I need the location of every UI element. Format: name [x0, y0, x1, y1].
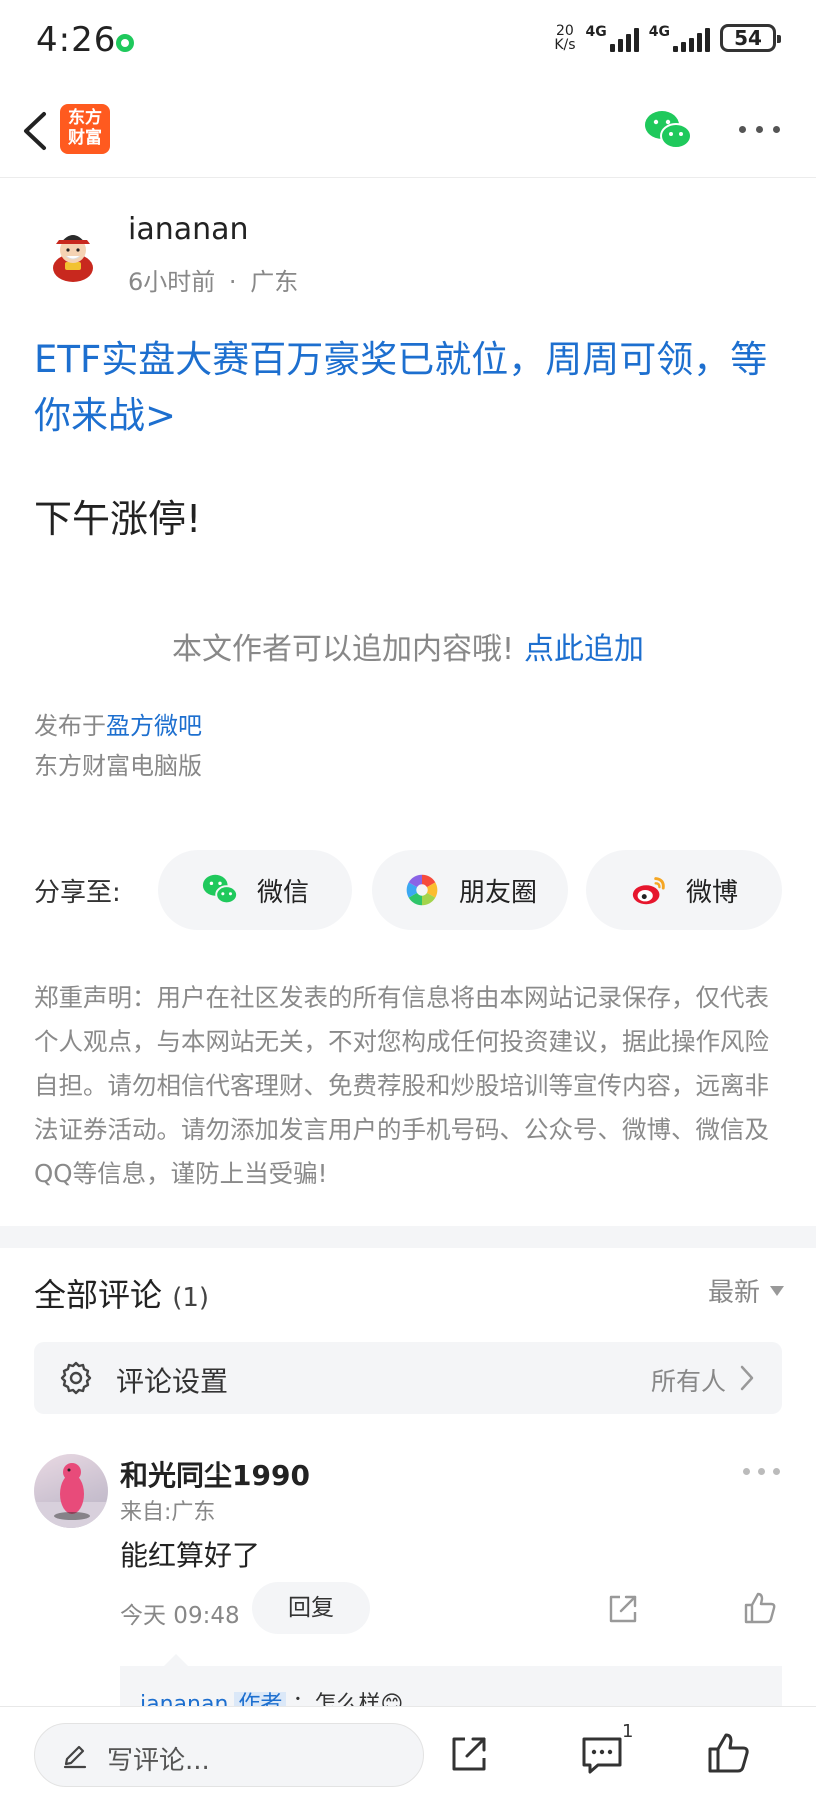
gear-icon: [60, 1361, 92, 1395]
append-tip-text: 本文作者可以追加内容哦!: [171, 632, 515, 667]
thumbs-up-icon[interactable]: [742, 1590, 778, 1626]
sort-label: 最新: [707, 1278, 760, 1308]
sub-reply-text: iananan 作者 ：怎么样😊: [140, 1686, 403, 1706]
reply-button[interactable]: 回复: [252, 1582, 370, 1634]
share-weibo-label: 微博: [685, 877, 738, 908]
sub-reply-author[interactable]: iananan: [140, 1692, 228, 1706]
share-wechat-button[interactable]: 微信: [158, 850, 352, 930]
share-label: 分享至:: [34, 878, 121, 908]
wechat-share-icon[interactable]: [644, 108, 692, 152]
signal-icon: 4G: [586, 24, 639, 52]
commenter-avatar[interactable]: [34, 1454, 108, 1528]
comment-text: 能红算好了: [120, 1539, 261, 1572]
sort-dropdown[interactable]: 最新: [708, 1272, 784, 1309]
append-tip: 本文作者可以追加内容哦! 点此追加: [0, 624, 816, 668]
avatar-image: [34, 1463, 108, 1528]
network-speed: 20 K/s: [554, 23, 576, 53]
comment-more-icon[interactable]: [743, 1468, 780, 1475]
status-time: 4:26: [36, 20, 117, 60]
status-indicators: 20 K/s 4G 4G 54: [554, 23, 781, 53]
write-comment-placeholder: 写评论...: [107, 1746, 210, 1776]
app-logo[interactable]: 东方 财富: [60, 104, 110, 154]
signal-icon: 4G: [649, 24, 710, 52]
commenter-location: 来自:广东: [120, 1500, 216, 1525]
share-weibo-button[interactable]: 微博: [586, 850, 782, 930]
comments-title: 全部评论 (1): [34, 1276, 210, 1314]
share-moments-label: 朋友圈: [458, 877, 537, 908]
share-icon[interactable]: [448, 1733, 490, 1775]
published-prefix: 发布于: [34, 712, 106, 740]
comment-time: 今天 09:48: [120, 1603, 240, 1629]
post-meta: 6小时前 · 广东: [128, 262, 298, 297]
comment-count-badge: 1: [622, 1721, 634, 1742]
share-moments-button[interactable]: 朋友圈: [372, 850, 568, 930]
weibo-icon: [632, 877, 665, 905]
bottom-action-bar: 写评论... 1: [0, 1706, 816, 1800]
sub-reply-content: ：怎么样😊: [292, 1692, 404, 1706]
pencil-icon: [63, 1745, 87, 1769]
status-bar: 4:26 20 K/s 4G 4G 54: [0, 0, 816, 86]
section-divider: [0, 1226, 816, 1248]
share-wechat-label: 微信: [256, 877, 309, 908]
post-content: 下午涨停!: [34, 497, 202, 541]
write-comment-input[interactable]: 写评论...: [34, 1723, 424, 1787]
author-name[interactable]: iananan: [128, 212, 249, 247]
promo-link[interactable]: ETF实盘大赛百万豪奖已就位，周周可领，等你来战>: [34, 332, 784, 444]
post-location: 广东: [250, 268, 299, 296]
disclaimer: 郑重声明：用户在社区发表的所有信息将由本网站记录保存，仅代表个人观点，与本网站无…: [34, 983, 769, 1188]
chevron-right-icon: [740, 1365, 754, 1391]
comment-icon[interactable]: [580, 1733, 624, 1775]
sub-reply-box[interactable]: iananan 作者 ：怎么样😊: [120, 1666, 782, 1706]
more-options-icon[interactable]: [739, 126, 780, 133]
share-icon[interactable]: [606, 1592, 640, 1626]
back-arrow-icon[interactable]: [16, 106, 56, 156]
comment-settings-row[interactable]: 评论设置 所有人: [34, 1342, 782, 1414]
sub-reply-pointer: [164, 1654, 188, 1666]
meta-separator: ·: [228, 268, 237, 296]
comments-count: (1): [172, 1283, 210, 1313]
bar-link[interactable]: 盈方微吧: [106, 712, 202, 740]
battery-icon: 54: [720, 24, 781, 52]
moments-icon: [406, 874, 438, 906]
post-time: 6小时前: [128, 268, 216, 296]
client-source: 东方财富电脑版: [34, 752, 202, 780]
append-content-link[interactable]: 点此追加: [524, 632, 644, 667]
author-badge: 作者: [234, 1692, 287, 1706]
published-in: 发布于盈方微吧: [34, 706, 202, 741]
comment-settings-value: 所有人: [650, 1367, 726, 1396]
thumbs-up-icon[interactable]: [706, 1731, 750, 1775]
wechat-notification-icon: [116, 34, 134, 52]
top-nav-bar: 东方 财富: [0, 86, 816, 178]
commenter-name[interactable]: 和光同尘1990: [120, 1454, 310, 1494]
author-avatar[interactable]: [38, 218, 108, 288]
caret-down-icon: [770, 1285, 784, 1296]
wechat-icon: [202, 874, 239, 905]
comment-settings-label: 评论设置: [116, 1365, 229, 1398]
